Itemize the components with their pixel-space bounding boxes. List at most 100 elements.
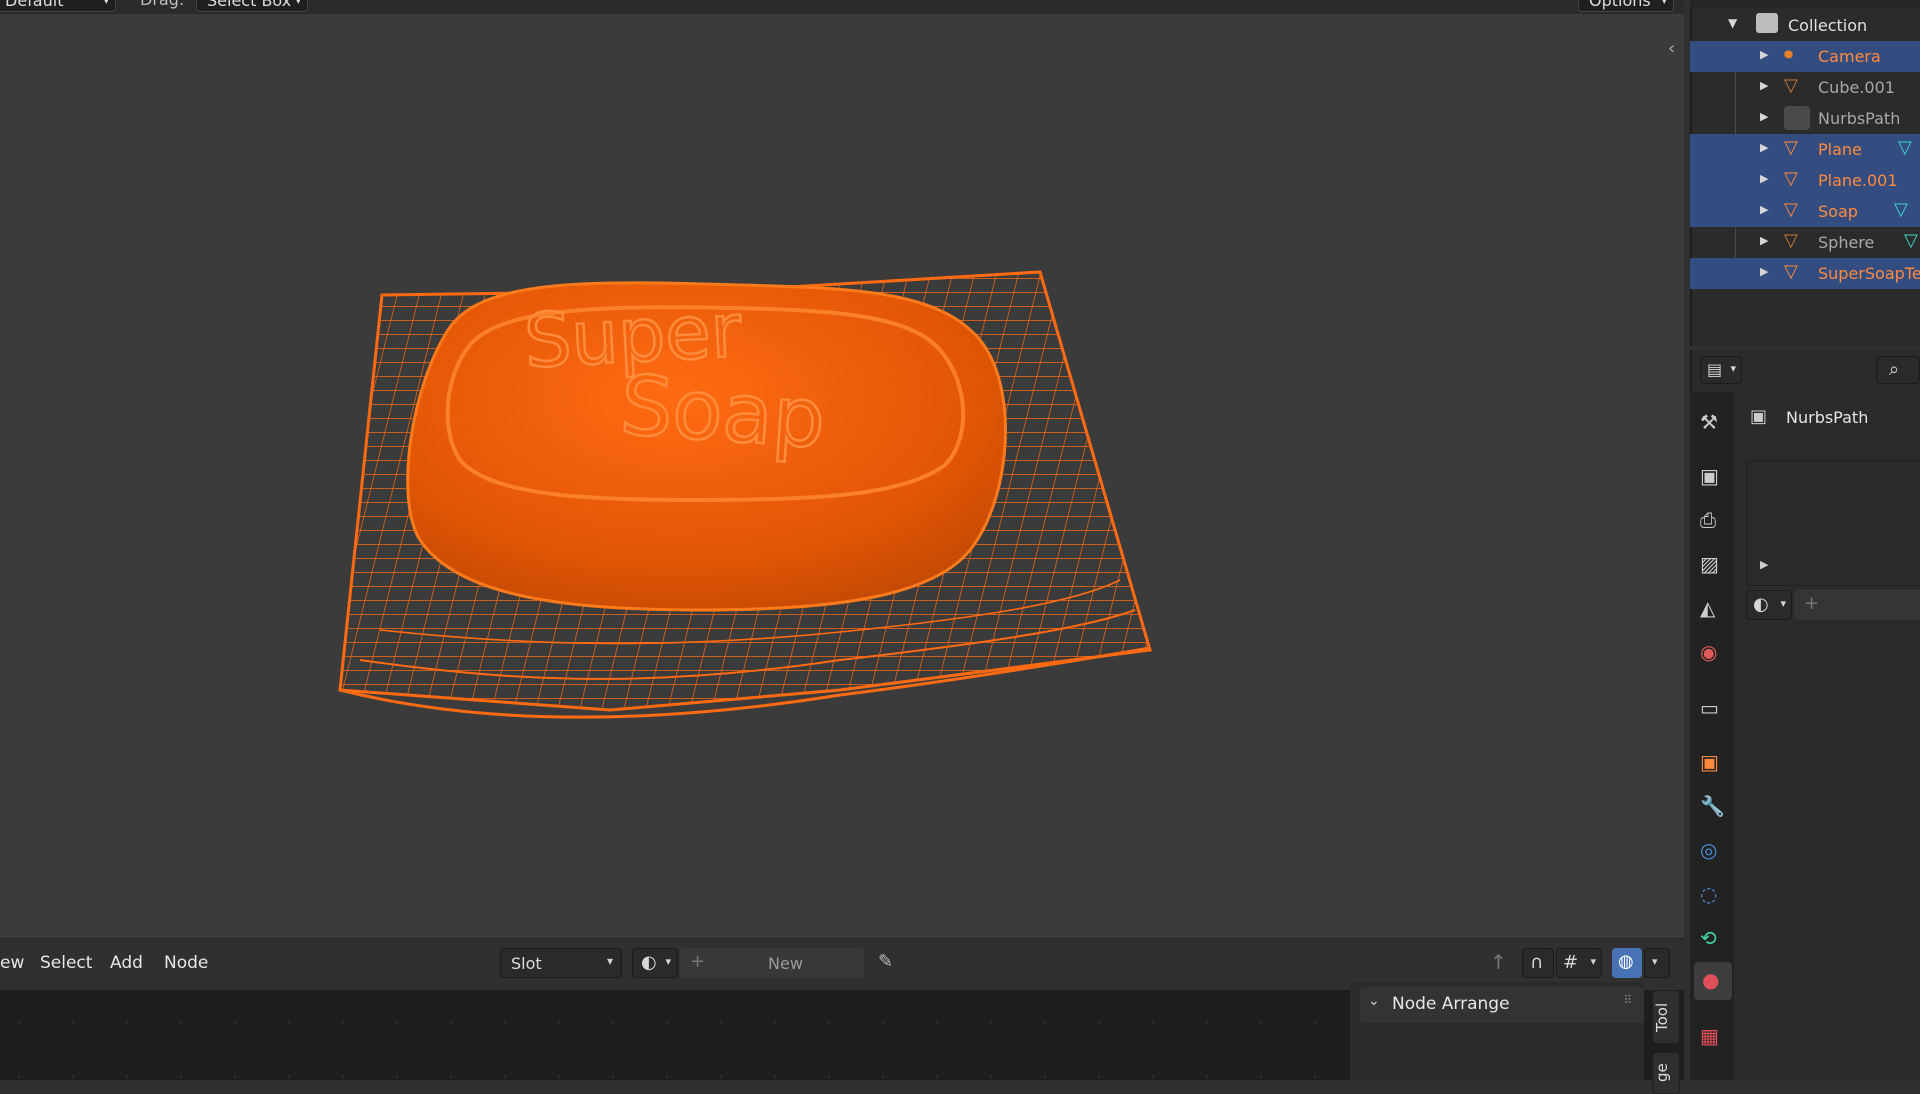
chevron-down-icon: ▾ [295,0,301,7]
magnet-icon: ∩ [1530,952,1544,973]
disclosure-closed-icon: ▶ [1760,141,1769,154]
chevron-down-icon: ▾ [1730,362,1736,375]
material-tab[interactable]: ● [1694,962,1732,1000]
mesh-icon: ▽ [1784,199,1798,220]
constraints-tab-icon[interactable]: ⟲ [1700,926,1726,952]
world-tab-icon[interactable]: ◉ [1700,640,1726,666]
scene-tab-icon[interactable]: ◭ [1700,596,1726,622]
drag-label: Drag: [140,0,184,9]
overlays-dropdown[interactable]: ▾ [1644,948,1670,978]
chevron-down-icon: ▾ [1780,597,1786,610]
material-tab-icon: ● [1702,968,1720,992]
outliner-row-camera[interactable]: ▶ ⏺ Camera [1690,41,1920,72]
mesh-data-icon: ▽ [1894,199,1908,220]
sidebar-tab-node[interactable]: ge [1652,1052,1680,1094]
collapse-sidebar-icon[interactable]: ‹ [1668,38,1675,59]
output-tab-icon[interactable]: ⎙ [1700,508,1726,534]
chevron-down-icon: ⌄ [1368,993,1380,1009]
material-browse-button[interactable]: ◐ ▾ [632,948,678,978]
object-tab-icon[interactable]: ▣ [1700,750,1726,776]
menu-add[interactable]: Add [110,953,143,973]
physics-tab-icon[interactable]: ◌ [1700,882,1726,908]
drag-select-dropdown[interactable]: Select Box ▾ [196,0,308,12]
mesh-icon: ▽ [1784,137,1798,158]
outliner-row-cube[interactable]: ▶ ▽ Cube.001 [1690,72,1920,103]
mode-dropdown[interactable]: Default ▾ [0,0,116,12]
outliner-item-label: Camera [1818,47,1881,66]
active-object-name: NurbsPath [1786,408,1869,427]
slot-label: Slot [511,954,542,973]
outliner-item-label: Plane [1818,140,1862,159]
sidebar-tab-tool[interactable]: Tool [1652,990,1680,1044]
options-dropdown[interactable]: Options ▾ [1578,0,1674,12]
disclosure-closed-icon: ▶ [1760,234,1769,247]
soap-object: Super Soap [406,281,1007,612]
chevron-down-icon: ▾ [1652,955,1658,968]
new-material-button[interactable]: + New [680,948,864,978]
mesh-data-icon: ▽ [1904,230,1918,251]
node-arrange-panel-header[interactable]: ⌄ Node Arrange ⠿ [1360,987,1644,1023]
search-icon: ⌕ [1889,359,1900,380]
mesh-icon: ▽ [1784,168,1798,189]
outliner-item-label: Cube.001 [1818,78,1895,97]
curve-icon [1784,106,1810,130]
outliner-item-label: SuperSoapTex [1818,264,1920,283]
chevron-down-icon: ▾ [103,0,109,7]
overlays-toggle[interactable]: ◍ [1612,948,1642,978]
soap-text-line-2: Soap [617,358,828,467]
editor-type-dropdown[interactable]: ▤ ▾ [1700,356,1742,384]
disclosure-open-icon: ▼ [1728,16,1738,30]
drag-handle-icon[interactable]: ⠿ [1623,993,1632,1007]
menu-node[interactable]: Node [164,953,208,973]
outliner-row-plane[interactable]: ▶ ▽ Plane ▽ [1690,134,1920,165]
collection-label: Collection [1788,16,1868,35]
outliner-row-nurbspath[interactable]: ▶ NurbsPath [1690,103,1920,134]
collection-tab-icon[interactable]: ▭ [1700,696,1726,722]
plus-icon: + [1804,593,1820,614]
camera-icon: ⏺ [1784,44,1793,65]
node-arrange-title: Node Arrange [1392,994,1510,1014]
outliner-item-label: Sphere [1818,233,1875,252]
view-layer-tab-icon[interactable]: ▨ [1700,552,1726,578]
outliner-item-label: Soap [1818,202,1858,221]
outliner-item-label: Plane.001 [1818,171,1898,190]
disclosure-closed-icon: ▶ [1760,203,1769,216]
outliner-collection-row[interactable]: ▼ Collection [1690,10,1920,41]
outliner-scene-row [1690,0,1920,8]
snap-toggle[interactable]: ∩ [1522,948,1554,978]
modifier-tab-icon[interactable]: 🔧 [1700,794,1726,820]
outliner-row-plane001[interactable]: ▶ ▽ Plane.001 [1690,165,1920,196]
material-browse-button-props[interactable]: ◐ ▾ [1746,590,1792,620]
selected-objects-drawing: Super Soap [338,270,1152,719]
tool-tab-icon[interactable]: ⚒ [1700,410,1726,436]
new-label: New [768,954,803,973]
outliner-row-sphere[interactable]: ▶ ▽ Sphere ▽ [1690,227,1920,258]
disclosure-closed-icon[interactable]: ▶ [1760,558,1768,571]
mode-dropdown-value: Default [5,0,64,10]
snap-element-dropdown[interactable]: # ▾ [1556,948,1602,978]
search-button[interactable]: ⌕ [1876,356,1920,384]
mesh-icon: ▽ [1784,261,1798,282]
pin-icon[interactable]: ✎ [878,951,893,972]
disclosure-closed-icon: ▶ [1760,48,1769,61]
outliner-item-label: NurbsPath [1818,109,1901,128]
options-label: Options [1589,0,1651,10]
slot-dropdown[interactable]: Slot ▾ [500,948,622,978]
particles-tab-icon[interactable]: ◎ [1700,838,1726,864]
outliner-row-supersoaptex[interactable]: ▶ ▽ SuperSoapTex [1690,258,1920,289]
texture-tab-icon[interactable]: ▦ [1700,1024,1726,1050]
render-tab-icon[interactable]: ▣ [1700,464,1726,490]
material-sphere-icon: ◐ [1753,594,1769,615]
new-material-button-props[interactable]: + [1794,590,1920,620]
material-slot-list[interactable] [1746,460,1920,586]
disclosure-closed-icon: ▶ [1760,79,1769,92]
sidebar-tab-tool-label: Tool [1653,1002,1671,1032]
outliner-row-soap[interactable]: ▶ ▽ Soap ▽ [1690,196,1920,227]
drag-select-value: Select Box [207,0,292,10]
material-sphere-icon: ◐ [641,952,657,973]
menu-select[interactable]: Select [40,953,92,973]
chevron-down-icon: ▾ [1590,955,1596,968]
menu-view[interactable]: ew [0,953,24,973]
parent-node-tree-icon[interactable]: ↑ [1490,950,1507,974]
mesh-icon: ▽ [1784,75,1798,96]
